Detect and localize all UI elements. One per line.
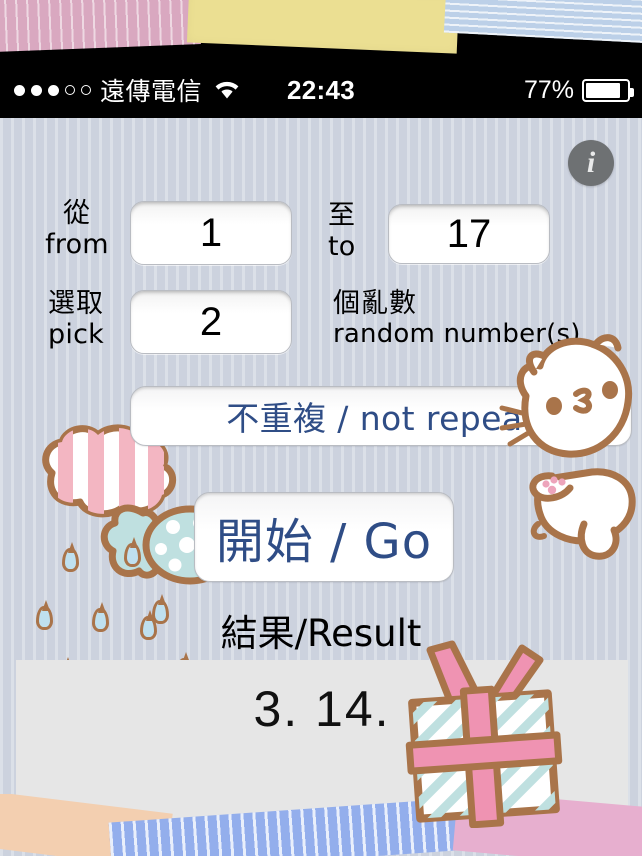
blue-striped-tape-top xyxy=(443,0,642,44)
cat-character xyxy=(492,328,642,578)
raindrop-icon xyxy=(62,542,79,572)
pick-label: 選取 pick xyxy=(30,290,122,348)
from-label-en: from xyxy=(45,229,109,260)
result-title: 結果/Result xyxy=(220,612,422,655)
from-label-cn: 從 xyxy=(63,198,91,229)
battery-fill xyxy=(586,82,620,98)
from-input[interactable]: 1 xyxy=(130,201,292,265)
yellow-tape-top xyxy=(186,0,460,54)
random-count-suffix: 個亂數 random number(s) xyxy=(333,290,633,347)
raindrop-icon xyxy=(124,537,141,567)
result-value: 3. 14. xyxy=(253,681,391,737)
blue-striped-tape-bottom xyxy=(108,797,472,856)
phone-screen: 遠傳電信 22:43 77% i 從 from 1 至 to 17 選取 pic… xyxy=(0,0,642,856)
to-label-en: to xyxy=(328,231,356,262)
pick-label-en: pick xyxy=(48,319,104,350)
info-icon[interactable]: i xyxy=(568,140,614,186)
bottom-wallpaper-decoration xyxy=(0,794,642,856)
app-content: i 從 from 1 至 to 17 選取 pick 2 個亂數 random … xyxy=(0,118,642,856)
to-input[interactable]: 17 xyxy=(388,204,550,264)
status-bar: 遠傳電信 22:43 77% xyxy=(0,62,642,118)
top-wallpaper-decoration xyxy=(0,0,642,62)
battery-icon xyxy=(582,78,634,102)
pick-label-cn: 選取 xyxy=(48,288,104,319)
random-count-suffix-en: random number(s) xyxy=(333,319,581,349)
status-bar-right: 77% xyxy=(523,75,634,105)
go-button[interactable]: 開始 / Go xyxy=(194,492,454,582)
to-label-cn: 至 xyxy=(328,200,356,231)
not-repeat-button[interactable]: 不重複 / not repeat xyxy=(130,386,632,446)
pink-tape-bottom xyxy=(452,794,642,856)
pink-striped-tape-top xyxy=(0,0,201,52)
pick-input[interactable]: 2 xyxy=(130,290,292,354)
random-count-suffix-cn: 個亂數 xyxy=(333,288,417,319)
battery-percentage: 77% xyxy=(523,75,574,104)
to-label: 至 to xyxy=(328,202,384,260)
from-label: 從 from xyxy=(34,200,120,258)
